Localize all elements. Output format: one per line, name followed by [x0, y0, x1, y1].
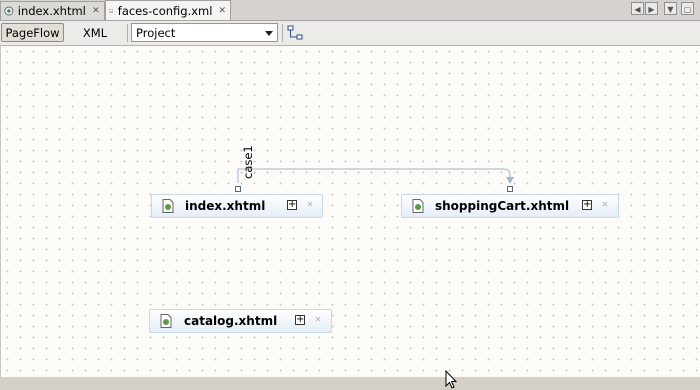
page-node-index-xhtml[interactable]: index.xhtml + ✕: [151, 194, 323, 218]
show-opened-documents-button[interactable]: ▼: [664, 2, 677, 15]
expand-icon[interactable]: +: [287, 200, 297, 210]
expand-icon[interactable]: +: [582, 200, 592, 210]
maximize-window-button[interactable]: ▢: [681, 2, 694, 15]
layout-scene-icon[interactable]: [287, 25, 303, 41]
toolbar-separator: [282, 24, 283, 42]
pageflow-view-button[interactable]: PageFlow: [1, 23, 64, 42]
edge-label-case1[interactable]: case1: [241, 145, 255, 179]
tab-faces-config-xml[interactable]: JSF faces-config.xml ✕: [105, 0, 231, 20]
scope-select-value: Project: [136, 25, 176, 40]
mouse-cursor-icon: [445, 370, 458, 389]
scope-select[interactable]: Project: [131, 23, 278, 42]
chevron-down-icon: [265, 31, 273, 36]
page-node-label: index.xhtml: [185, 199, 266, 213]
close-icon[interactable]: ✕: [92, 6, 100, 16]
node-pin[interactable]: [235, 186, 241, 192]
page-node-catalog-xhtml[interactable]: catalog.xhtml + ✕: [149, 309, 332, 333]
close-icon[interactable]: ✕: [601, 201, 609, 209]
scroll-tabs-right-button[interactable]: ▶: [645, 2, 658, 15]
page-node-label: catalog.xhtml: [184, 314, 278, 328]
pageflow-canvas[interactable]: case1 index.xhtml + ✕ shoppingCart.xhtml…: [0, 46, 700, 389]
toolbar-separator: [127, 24, 128, 42]
page-node-shoppingcart-xhtml[interactable]: shoppingCart.xhtml + ✕: [401, 194, 619, 218]
xml-view-button[interactable]: XML: [68, 23, 122, 42]
page-file-icon: [412, 199, 424, 213]
page-file-icon: [160, 314, 172, 328]
node-pin[interactable]: [507, 186, 513, 192]
scroll-tabs-left-button[interactable]: ◀: [631, 2, 644, 15]
page-file-icon: [162, 199, 174, 213]
arrowhead-icon: [506, 177, 514, 184]
close-icon[interactable]: ✕: [306, 201, 314, 209]
editor-toolbar: PageFlow XML Project: [0, 21, 700, 46]
jsf-config-file-icon: JSF: [109, 8, 113, 13]
page-node-label: shoppingCart.xhtml: [435, 199, 570, 213]
xhtml-file-icon: [4, 6, 14, 16]
tab-label: faces-config.xml: [117, 3, 213, 18]
editor-tab-strip: index.xhtml ✕ JSF faces-config.xml ✕ ◀ ▶…: [0, 0, 700, 21]
close-icon[interactable]: ✕: [218, 6, 226, 16]
tab-index-xhtml[interactable]: index.xhtml ✕: [0, 1, 105, 20]
close-icon[interactable]: ✕: [314, 316, 322, 324]
tab-label: index.xhtml: [17, 4, 86, 18]
expand-icon[interactable]: +: [295, 315, 305, 325]
